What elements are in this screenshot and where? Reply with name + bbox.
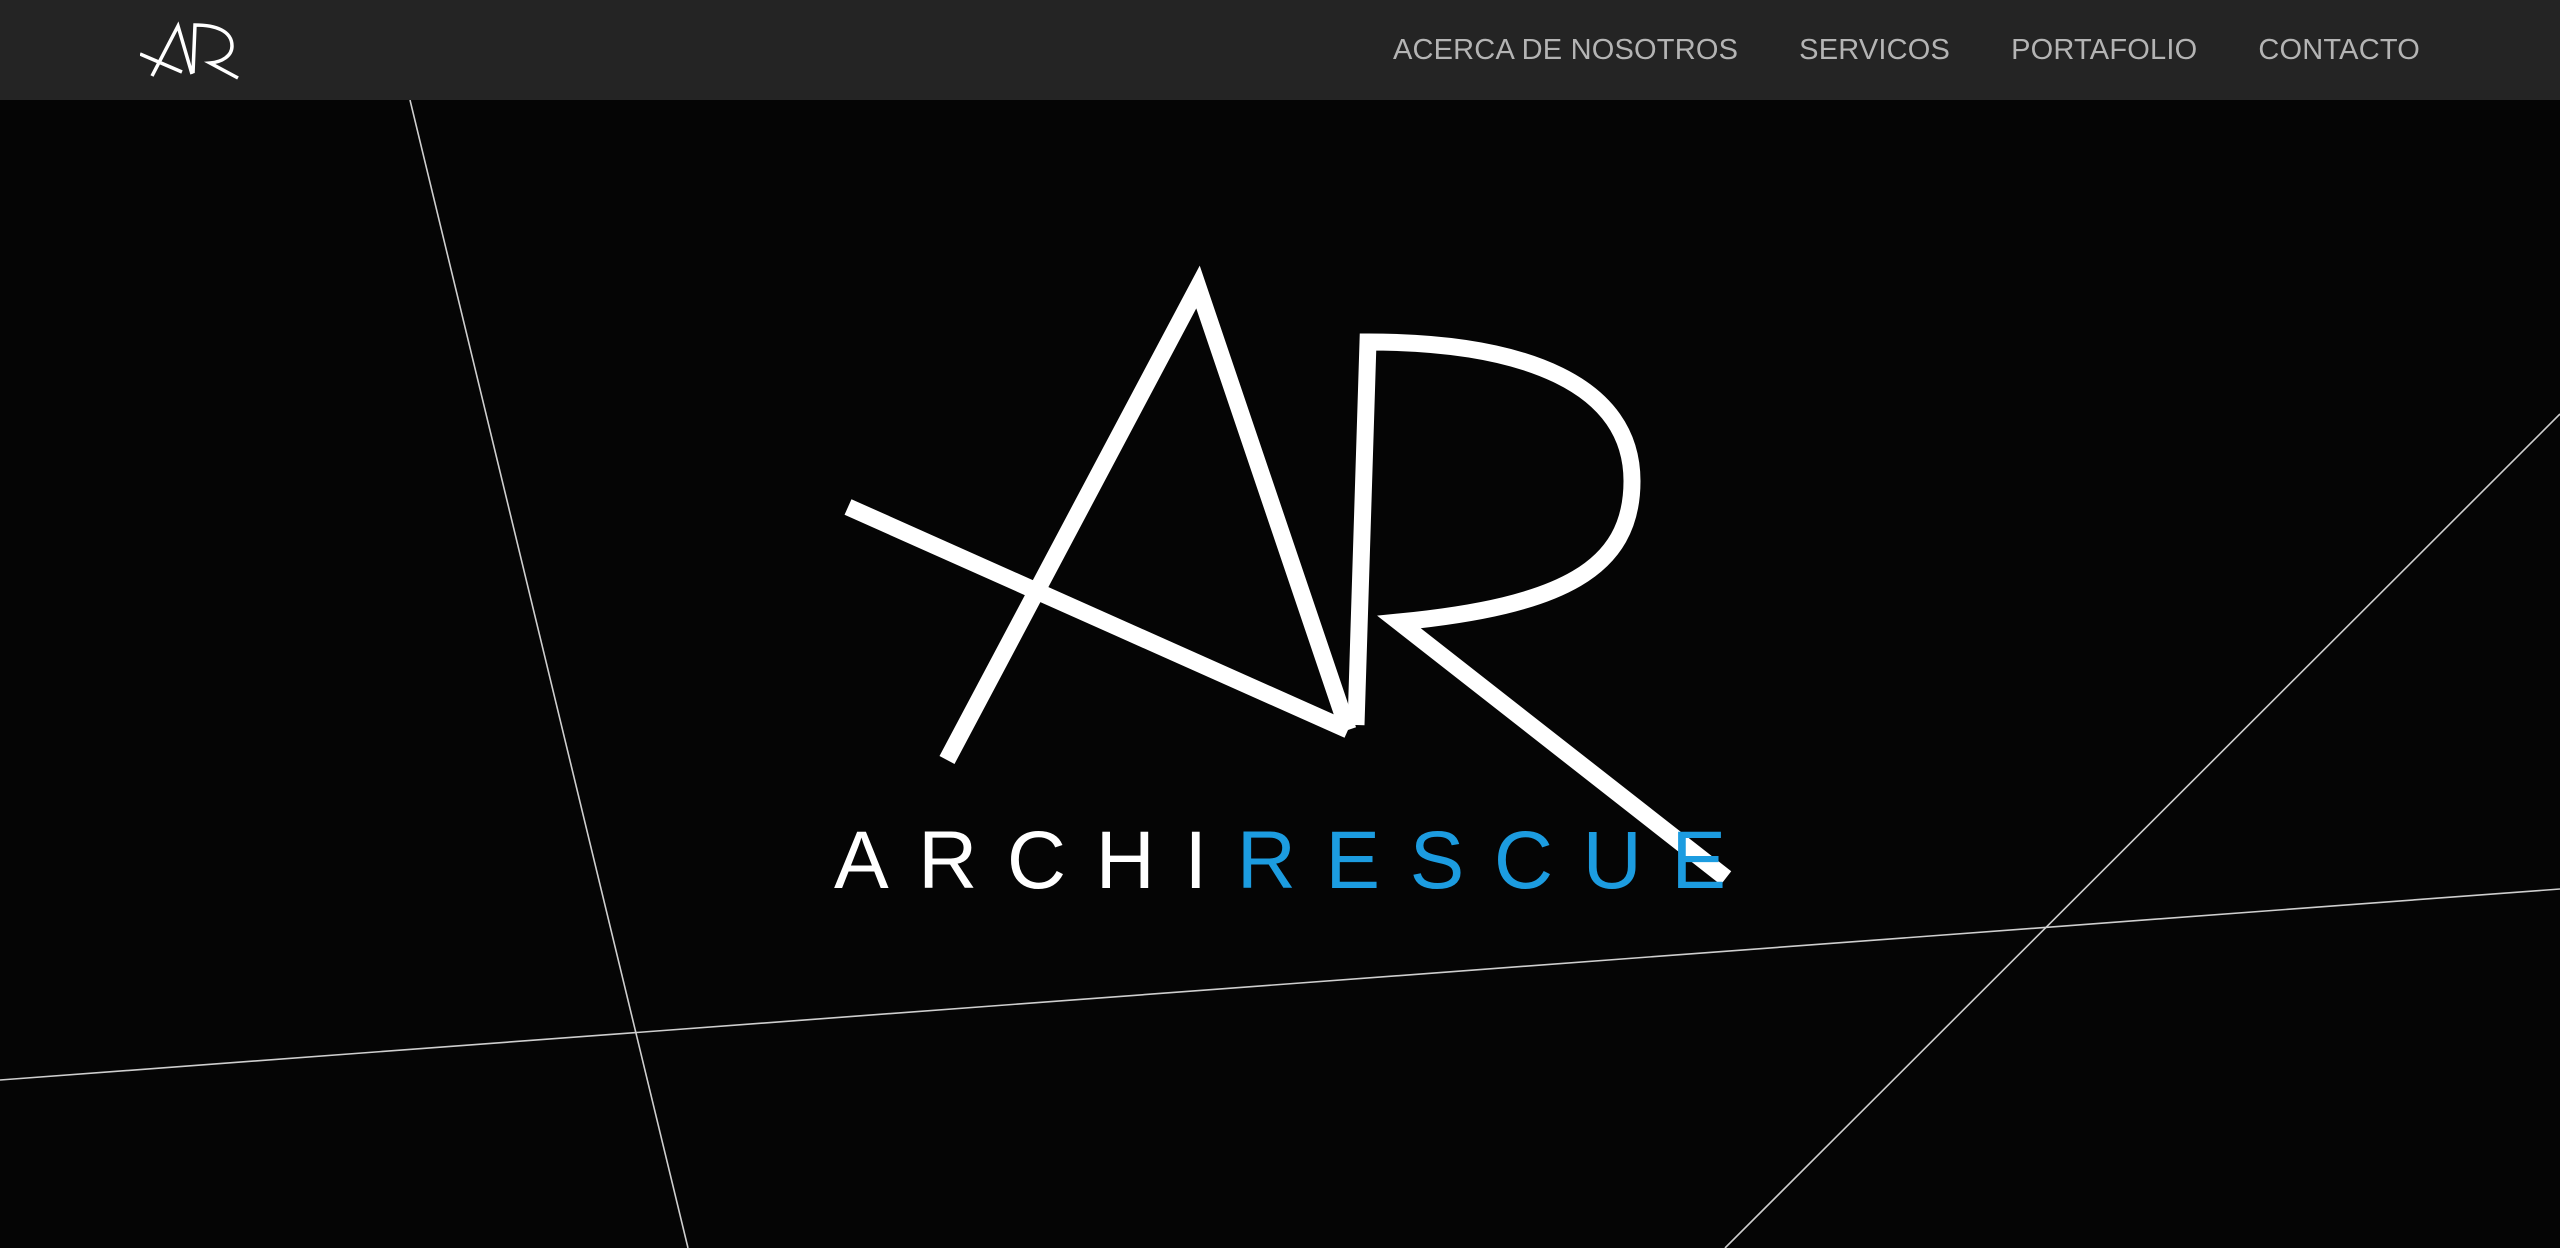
nav-link-portafolio[interactable]: PORTAFOLIO: [2011, 34, 2197, 67]
brand-name: ARCHIRESCUE: [0, 820, 2560, 902]
main-nav: ACERCA DE NOSOTROS SERVICOS PORTAFOLIO C…: [1393, 0, 2420, 100]
decorative-line-horizontal: [0, 888, 2560, 1081]
nav-link-servicos[interactable]: SERVICOS: [1799, 34, 1950, 67]
brand-name-archi: ARCHI: [833, 815, 1237, 906]
ar-logo-icon[interactable]: [140, 20, 244, 82]
nav-link-acerca-de-nosotros[interactable]: ACERCA DE NOSOTROS: [1393, 34, 1738, 67]
page: ACERCA DE NOSOTROS SERVICOS PORTAFOLIO C…: [0, 0, 2560, 1248]
ar-hero-logo-icon: [820, 225, 1750, 915]
navbar: ACERCA DE NOSOTROS SERVICOS PORTAFOLIO C…: [0, 0, 2560, 100]
hero-section: ARCHIRESCUE: [0, 100, 2560, 1248]
decorative-line-left-diagonal: [409, 100, 689, 1248]
brand-name-rescue: RESCUE: [1236, 815, 1756, 906]
nav-link-contacto[interactable]: CONTACTO: [2258, 34, 2420, 67]
